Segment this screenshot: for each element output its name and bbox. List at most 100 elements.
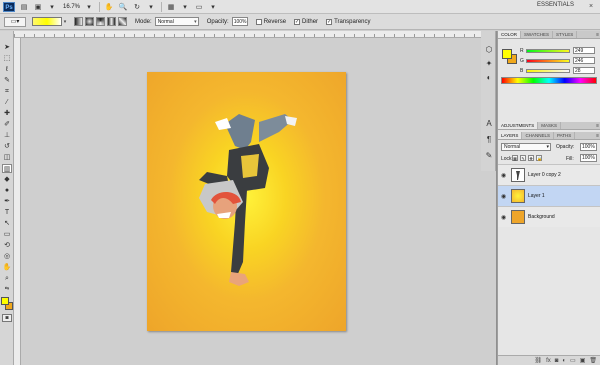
- red-slider[interactable]: [526, 49, 570, 53]
- paragraph-panel-icon[interactable]: ¶: [484, 135, 494, 145]
- foreground-color-swatch[interactable]: [1, 297, 9, 305]
- red-value-input[interactable]: 249: [573, 47, 595, 54]
- eyedropper-tool-icon[interactable]: ⁄: [2, 98, 12, 107]
- path-selection-tool-icon[interactable]: ↖: [2, 219, 12, 228]
- opacity-input[interactable]: 100%: [231, 17, 248, 26]
- crop-tool-icon[interactable]: ⌗: [2, 87, 12, 96]
- fill-input[interactable]: 100%: [580, 154, 597, 162]
- diamond-gradient-button[interactable]: [118, 17, 127, 26]
- tool-preset-picker[interactable]: ▭▾: [4, 16, 26, 27]
- bridge-icon[interactable]: ▤: [19, 2, 29, 12]
- panel-menu-icon[interactable]: ≡: [596, 122, 599, 130]
- 3d-rotate-tool-icon[interactable]: ⟲: [2, 241, 12, 250]
- reverse-checkbox[interactable]: Reverse: [255, 18, 286, 25]
- lock-image-icon[interactable]: ✎: [520, 155, 526, 161]
- dither-checkbox[interactable]: ✓ Dither: [294, 18, 318, 25]
- blue-value-input[interactable]: 28: [573, 67, 595, 74]
- tab-layers[interactable]: LAYERS: [498, 132, 523, 139]
- close-icon[interactable]: ×: [586, 2, 596, 11]
- hand-tool-icon[interactable]: ✋: [104, 2, 114, 12]
- quick-mask-button[interactable]: ◙: [2, 314, 12, 322]
- pen-tool-icon[interactable]: ✒: [2, 197, 12, 206]
- link-layers-icon[interactable]: ⛓: [534, 357, 542, 364]
- info-icon[interactable]: ◐: [484, 73, 494, 83]
- add-mask-icon[interactable]: ◙: [555, 358, 559, 364]
- panel-menu-icon[interactable]: ≡: [596, 31, 599, 39]
- zoom-dropdown[interactable]: ▾: [84, 2, 94, 12]
- tab-channels[interactable]: CHANNELS: [522, 132, 554, 139]
- green-value-input[interactable]: 246: [573, 57, 595, 64]
- color-spectrum-bar[interactable]: [501, 77, 597, 84]
- eraser-tool-icon[interactable]: ◫: [2, 153, 12, 162]
- character-panel-icon[interactable]: A: [484, 119, 494, 129]
- brush-tool-icon[interactable]: ✐: [2, 120, 12, 129]
- rotate-view-icon[interactable]: ↻: [132, 2, 142, 12]
- panel-menu-icon[interactable]: ≡: [596, 132, 599, 140]
- mini-bridge-icon[interactable]: ▣: [33, 2, 43, 12]
- zoom-tool-icon[interactable]: ⌕: [2, 274, 12, 283]
- visibility-eye-icon[interactable]: ◉: [501, 214, 506, 221]
- trash-icon[interactable]: 🗑: [589, 357, 597, 364]
- zoom-tool-icon[interactable]: 🔍: [118, 2, 128, 12]
- 3d-orbit-tool-icon[interactable]: ◎: [2, 252, 12, 261]
- rotate-dropdown[interactable]: ▾: [146, 2, 156, 12]
- blue-slider[interactable]: [526, 69, 570, 73]
- angle-gradient-button[interactable]: [96, 17, 105, 26]
- transparency-checkbox[interactable]: ✓ Transparency: [326, 18, 371, 25]
- linear-gradient-button[interactable]: [74, 17, 83, 26]
- blur-tool-icon[interactable]: ◆: [2, 175, 12, 184]
- history-brush-tool-icon[interactable]: ↺: [2, 142, 12, 151]
- zoom-level[interactable]: 16.7%: [63, 4, 80, 10]
- 3d-panel-icon[interactable]: ⬡: [484, 45, 494, 55]
- green-slider[interactable]: [526, 59, 570, 63]
- gradient-picker-dropdown[interactable]: ▾: [62, 19, 68, 25]
- tab-styles[interactable]: STYLES: [553, 31, 578, 38]
- lock-transparency-icon[interactable]: ▦: [512, 155, 518, 161]
- lock-position-icon[interactable]: ✥: [528, 155, 534, 161]
- gradient-tool-icon[interactable]: ▥: [2, 164, 12, 173]
- healing-brush-tool-icon[interactable]: ✚: [2, 109, 12, 118]
- workspace-switcher[interactable]: ESSENTIALS: [537, 2, 574, 8]
- arrange-documents-icon[interactable]: ▦: [166, 2, 176, 12]
- clone-stamp-tool-icon[interactable]: ⊥: [2, 131, 12, 140]
- tab-masks[interactable]: MASKS: [538, 122, 562, 129]
- screen-mode-dropdown[interactable]: ▾: [208, 2, 218, 12]
- reflected-gradient-button[interactable]: [107, 17, 116, 26]
- adjustment-layer-icon[interactable]: ◐: [562, 358, 566, 364]
- layer-row[interactable]: ◉ Layer 0 copy 2: [498, 164, 600, 185]
- layer-row[interactable]: ◉ Layer 1: [498, 185, 600, 206]
- green-label: G: [520, 58, 524, 64]
- mode-select[interactable]: Normal: [154, 17, 199, 26]
- visibility-eye-icon[interactable]: ◉: [501, 172, 506, 179]
- layer-opacity-input[interactable]: 100%: [580, 143, 597, 151]
- quick-selection-tool-icon[interactable]: ✎: [2, 76, 12, 85]
- hand-tool-icon[interactable]: ✋: [2, 263, 12, 272]
- radial-gradient-button[interactable]: [85, 17, 94, 26]
- layer-row[interactable]: ◉ Background: [498, 206, 600, 227]
- color-panel-foreground[interactable]: [502, 49, 512, 59]
- marquee-tool-icon[interactable]: ⬚: [2, 54, 12, 63]
- tab-color[interactable]: COLOR: [498, 31, 522, 38]
- dodge-tool-icon[interactable]: ●: [2, 186, 12, 195]
- lasso-tool-icon[interactable]: ℓ: [2, 65, 12, 74]
- tab-paths[interactable]: PATHS: [554, 132, 576, 139]
- default-colors-icon[interactable]: ⇆: [2, 285, 12, 294]
- layer-style-icon[interactable]: fx: [546, 358, 551, 364]
- move-tool-icon[interactable]: ➤: [2, 43, 12, 52]
- new-group-icon[interactable]: ▭: [570, 357, 576, 364]
- lock-all-icon[interactable]: 🔒: [536, 155, 542, 161]
- shape-tool-icon[interactable]: ▭: [2, 230, 12, 239]
- visibility-eye-icon[interactable]: ◉: [501, 193, 506, 200]
- type-tool-icon[interactable]: T: [2, 208, 12, 217]
- tab-adjustments[interactable]: ADJUSTMENTS: [498, 122, 539, 129]
- clone-source-icon[interactable]: ✦: [484, 59, 494, 69]
- arrange-dropdown[interactable]: ▾: [180, 2, 190, 12]
- extras-dropdown[interactable]: ▾: [47, 2, 57, 12]
- new-layer-icon[interactable]: ▣: [580, 357, 586, 364]
- tool-presets-icon[interactable]: ✎: [484, 151, 494, 161]
- layer-blend-mode-select[interactable]: Normal: [501, 143, 551, 151]
- document-canvas[interactable]: [147, 72, 346, 331]
- gradient-editor-swatch[interactable]: [32, 17, 62, 26]
- screen-mode-icon[interactable]: ▭: [194, 2, 204, 12]
- tab-swatches[interactable]: SWATCHES: [521, 31, 554, 38]
